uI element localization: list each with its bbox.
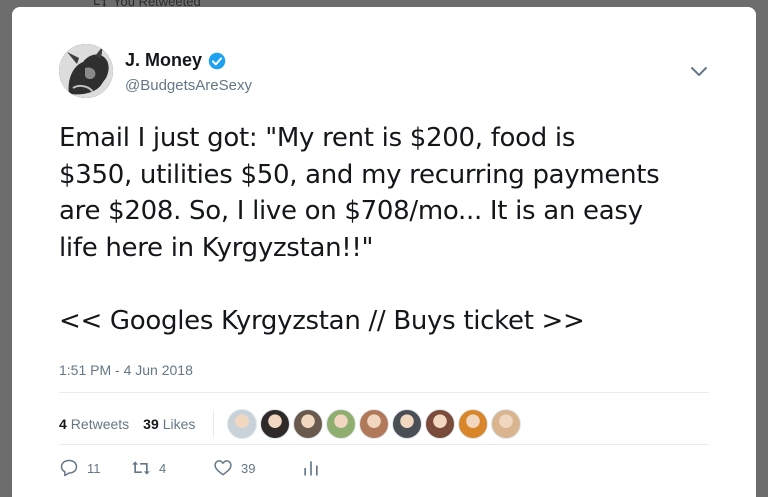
tweet-timestamp[interactable]: 1:51 PM - 4 Jun 2018 <box>59 362 193 378</box>
liker-avatar[interactable] <box>326 409 357 439</box>
avatar[interactable] <box>59 44 113 98</box>
liker-avatar[interactable] <box>359 409 390 439</box>
retweets-count: 4 <box>59 416 67 432</box>
heart-icon <box>214 460 232 476</box>
retweet-icon <box>132 461 150 475</box>
liker-avatar[interactable] <box>425 409 456 439</box>
analytics-button[interactable] <box>301 458 321 478</box>
liker-avatar[interactable] <box>260 409 291 439</box>
likes-count: 39 <box>143 416 159 432</box>
liker-avatar[interactable] <box>392 409 423 439</box>
likes-label: Likes <box>162 416 196 432</box>
liker-avatar[interactable] <box>227 409 258 439</box>
like-button[interactable]: 39 <box>213 458 301 478</box>
retweets-stat[interactable]: 4 Retweets <box>59 416 129 432</box>
chevron-down-icon[interactable] <box>690 65 708 79</box>
retweets-label: Retweets <box>70 416 130 432</box>
analytics-icon <box>304 461 318 476</box>
engagement-stats: 4 Retweets 39 Likes <box>59 409 522 439</box>
reply-button[interactable]: 11 <box>59 458 131 478</box>
author-name[interactable]: J. Money <box>125 50 202 71</box>
divider <box>59 392 709 393</box>
liker-avatars <box>227 409 522 439</box>
tweet-text: Email I just got: "My rent is $200, food… <box>59 123 660 336</box>
retweet-count: 4 <box>159 460 167 476</box>
tweet-card: J. Money @BudgetsAreSexy Email I just go… <box>12 7 756 497</box>
likes-stat[interactable]: 39 Likes <box>143 416 195 432</box>
stats-separator <box>213 410 215 438</box>
liker-avatar[interactable] <box>293 409 324 439</box>
liker-avatar[interactable] <box>458 409 489 439</box>
reply-count: 11 <box>87 460 101 476</box>
author-handle[interactable]: @BudgetsAreSexy <box>125 77 252 94</box>
divider <box>59 444 709 445</box>
reply-icon <box>60 459 78 477</box>
author-row[interactable]: J. Money <box>125 50 226 71</box>
verified-badge-icon <box>208 52 226 69</box>
retweet-button[interactable]: 4 <box>131 458 213 478</box>
like-count: 39 <box>241 460 256 476</box>
tweet-actions: 11 4 39 <box>59 458 321 478</box>
liker-avatar[interactable] <box>491 409 522 439</box>
